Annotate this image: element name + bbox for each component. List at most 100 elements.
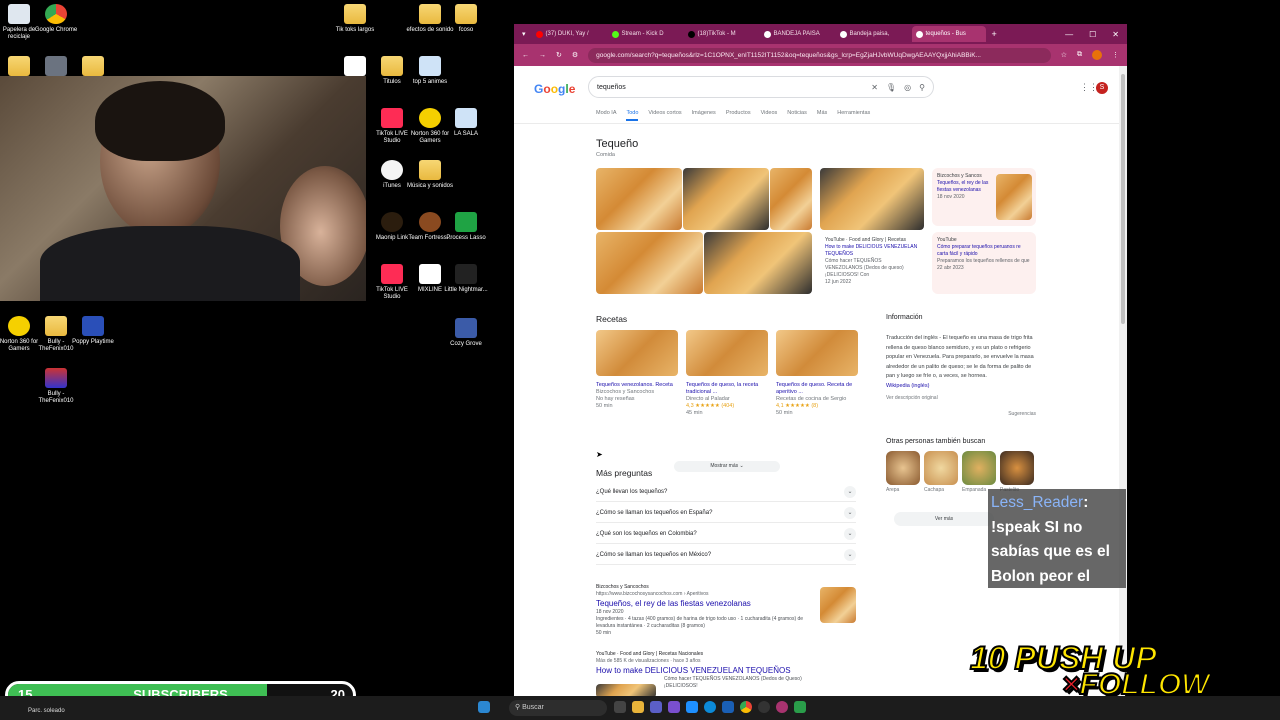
mail-icon[interactable] <box>686 701 698 713</box>
wikipedia-link[interactable]: Wikipedia (inglés) <box>886 382 1036 392</box>
recipe-card[interactable]: Tequeños de queso. Receta de aperitivo .… <box>776 330 858 417</box>
app-icon[interactable] <box>722 701 734 713</box>
task-view-icon[interactable] <box>614 701 626 713</box>
faq-item[interactable]: ¿Qué llevan los tequeños? ⌄ <box>596 482 856 502</box>
file-explorer-icon[interactable] <box>632 701 644 713</box>
extensions-icon[interactable]: ⧉ <box>1077 51 1082 59</box>
avatar[interactable]: S <box>1096 82 1108 94</box>
tab-videos[interactable]: Videos <box>761 110 778 121</box>
image-result[interactable] <box>683 168 769 230</box>
google-icon <box>763 30 771 38</box>
faq-item[interactable]: ¿Cómo se llaman los tequeños en España? ⌄ <box>596 503 856 523</box>
tab-bandeja-2[interactable]: Bandeja paisa, <box>836 26 910 42</box>
search-tabs: Modo IA Todo Videos cortos Imágenes Prod… <box>596 110 870 121</box>
video-thumbnail[interactable] <box>596 684 656 696</box>
folder-icon[interactable]: Tik toks largos <box>330 4 380 34</box>
tab-news[interactable]: Noticias <box>787 110 807 121</box>
result-link[interactable]: How to make DELICIOUS VENEZUELAN TEQUEÑO… <box>596 665 816 676</box>
tab-images[interactable]: Imágenes <box>692 110 716 121</box>
app-icon[interactable]: Bully - TheFenix010 <box>31 368 81 405</box>
knowledge-panel-title: Tequeño <box>596 138 639 150</box>
tab-tequenos[interactable]: tequeños - Bus <box>911 26 986 42</box>
folder-icon[interactable]: fcoso <box>441 4 491 34</box>
app-icon[interactable] <box>668 701 680 713</box>
video-card[interactable]: YouTube · Food and Glory | Recetas How t… <box>820 232 924 294</box>
show-more-button[interactable]: Mostrar más ⌄ <box>674 461 780 472</box>
faq-item[interactable]: ¿Cómo se llaman los tequeños en México? ⌄ <box>596 545 856 565</box>
teams-icon[interactable] <box>650 701 662 713</box>
lens-icon[interactable]: ◎ <box>904 83 911 92</box>
image-result[interactable] <box>704 232 812 294</box>
taskbar-search[interactable]: ⚲ Buscar <box>509 700 607 716</box>
folder-icon[interactable]: Música y sonidos <box>405 160 455 190</box>
tab-all[interactable]: Todo <box>626 110 639 121</box>
edge-icon[interactable] <box>704 701 716 713</box>
profile-icon[interactable] <box>1092 50 1102 60</box>
tab-kick[interactable]: Stream - Kick D <box>608 26 682 42</box>
chrome-profile-icon[interactable] <box>776 701 788 713</box>
file-icon[interactable]: LA SALA <box>441 108 491 138</box>
url-input[interactable]: google.com/search?q=tequeños&rlz=1C1OPNX… <box>588 47 1051 63</box>
search-icon[interactable]: ⚲ <box>919 83 925 92</box>
close-icon[interactable]: ✕ <box>1112 30 1119 39</box>
original-description-link[interactable]: Ver descripción original <box>886 394 1036 404</box>
tab-tools[interactable]: Herramientas <box>837 110 870 121</box>
maximize-icon[interactable]: ☐ <box>1089 30 1096 39</box>
weather-widget[interactable]: Parc. soleado <box>28 708 65 714</box>
mic-icon[interactable]: 🎙 <box>886 83 896 92</box>
tab-ai-mode[interactable]: Modo IA <box>596 110 616 121</box>
back-icon[interactable]: ← <box>522 52 529 59</box>
app-icon[interactable]: Little Nightmar... <box>441 264 491 294</box>
file-icon[interactable]: top 5 animes <box>405 56 455 86</box>
menu-icon[interactable]: ⋮ <box>1112 51 1119 59</box>
result-link[interactable]: Tequeños, el rey de las fiestas venezola… <box>596 598 816 609</box>
related-item[interactable]: Arepa <box>886 451 920 493</box>
google-logo[interactable]: Google <box>534 82 575 96</box>
recipe-card[interactable]: Tequeños venezolanos. Receta Bizcochos y… <box>596 330 678 410</box>
related-item[interactable]: Empanada <box>962 451 996 493</box>
tab-bandeja-1[interactable]: BANDEJA PAISA <box>760 26 834 42</box>
image-result[interactable] <box>596 232 703 294</box>
chat-overlay: Less_Reader: !speak SI no sabías que es … <box>988 489 1126 683</box>
scrollbar[interactable] <box>1119 66 1127 696</box>
video-thumbnail[interactable] <box>820 168 924 230</box>
tab-tiktok[interactable]: (18)TikTok - M <box>684 26 758 42</box>
start-icon[interactable] <box>478 701 490 713</box>
bookmark-icon[interactable]: ☆ <box>1061 51 1067 59</box>
reload-icon[interactable]: ↻ <box>556 51 562 59</box>
chevron-down-icon: ⌄ <box>844 506 856 519</box>
app-icon[interactable]: Poppy Playtime <box>68 316 118 346</box>
faq-item[interactable]: ¿Qué son los tequeños en Colombia? ⌄ <box>596 524 856 544</box>
result-thumbnail[interactable] <box>820 587 856 623</box>
related-item[interactable]: Pastelito <box>1000 451 1034 493</box>
tab-youtube[interactable]: (37) DUKI, Yay / <box>532 26 606 42</box>
search-input[interactable]: tequeños ✕ 🎙 ◎ ⚲ <box>588 76 934 98</box>
image-result[interactable] <box>596 168 682 230</box>
tab-products[interactable]: Productos <box>726 110 751 121</box>
webcam-feed <box>0 76 366 301</box>
app-icon[interactable] <box>794 701 806 713</box>
tab-short-videos[interactable]: Videos cortos <box>648 110 681 121</box>
app-icon[interactable]: Process Lasso <box>441 212 491 242</box>
source-card[interactable]: Bizcochos y Sancos Tequeños, el rey de l… <box>932 168 1036 226</box>
video-card[interactable]: YouTube Cómo preparar tequeños peruanos … <box>932 232 1036 294</box>
related-item[interactable]: Cachapa <box>924 451 958 493</box>
tab-bar: ▾ (37) DUKI, Yay / Stream - Kick D (18)T… <box>514 24 1127 44</box>
chrome-icon[interactable] <box>740 701 752 713</box>
recipe-card[interactable]: Tequeños de queso, la receta tradicional… <box>686 330 768 417</box>
image-result[interactable] <box>770 168 812 230</box>
tab-menu-icon[interactable]: ▾ <box>518 30 530 38</box>
minimize-icon[interactable]: — <box>1065 30 1073 39</box>
obs-icon[interactable] <box>758 701 770 713</box>
clear-icon[interactable]: ✕ <box>871 83 878 92</box>
chrome-icon[interactable]: Google Chrome <box>31 4 81 34</box>
forward-icon[interactable]: → <box>539 52 546 59</box>
info-panel: Traducción del inglés - El tequeño es un… <box>886 334 1036 419</box>
knowledge-panel-subtitle: Comida <box>596 152 615 158</box>
suggestions-link[interactable]: Sugerencias <box>886 410 1036 420</box>
site-info-icon[interactable]: ⚙ <box>572 51 578 59</box>
see-more-button[interactable]: Ver más <box>894 512 994 526</box>
tab-more[interactable]: Más <box>817 110 827 121</box>
new-tab-icon[interactable]: + <box>988 29 1001 39</box>
app-icon[interactable]: Cozy Grove <box>441 318 491 348</box>
